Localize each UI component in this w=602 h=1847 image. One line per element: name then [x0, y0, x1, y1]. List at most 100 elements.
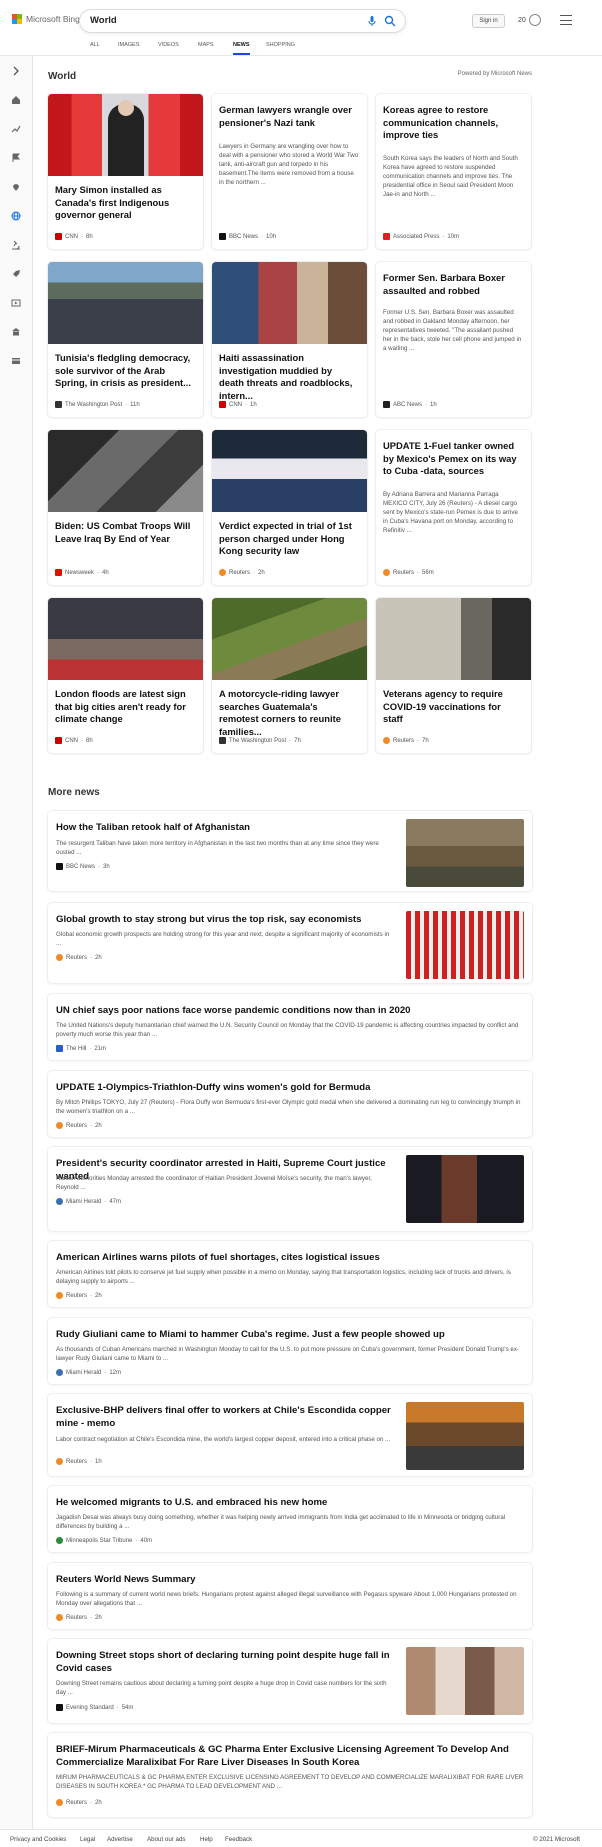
news-list-item[interactable]: Exclusive-BHP delivers final offer to wo…: [48, 1394, 532, 1476]
news-list-item[interactable]: Reuters World News Summary Following is …: [48, 1563, 532, 1629]
copyright: © 2021 Microsoft: [533, 1836, 580, 1843]
footer-link-privacy[interactable]: Privacy and Cookies: [10, 1836, 66, 1843]
globe-icon[interactable]: [11, 211, 21, 221]
item-title[interactable]: UN chief says poor nations face worse pa…: [56, 1004, 524, 1017]
item-title[interactable]: BRIEF-Mirum Pharmaceuticals & GC Pharma …: [56, 1743, 524, 1769]
item-title[interactable]: Exclusive-BHP delivers final offer to wo…: [56, 1404, 401, 1430]
item-snippet: Following is a summary of current world …: [56, 1591, 517, 1608]
item-source: BBC News · 3h: [56, 863, 110, 870]
microsoft-logo-icon: [12, 14, 22, 24]
item-snippet: As thousands of Cuban Americans marched …: [56, 1346, 519, 1363]
item-title[interactable]: Rudy Giuliani came to Miami to hammer Cu…: [56, 1328, 524, 1341]
hamburger-menu-icon[interactable]: [560, 15, 572, 25]
card-title[interactable]: Mary Simon installed as Canada's first I…: [55, 184, 195, 222]
tab-videos[interactable]: VIDEOS: [158, 42, 179, 55]
card-source: BBC News · 10h: [219, 233, 276, 240]
card-title[interactable]: UPDATE 1-Fuel tanker owned by Mexico's P…: [383, 440, 523, 478]
tab-images[interactable]: IMAGES: [118, 42, 139, 55]
news-list-item[interactable]: Rudy Giuliani came to Miami to hammer Cu…: [48, 1318, 532, 1384]
item-title[interactable]: UPDATE 1-Olympics-Triathlon-Duffy wins w…: [56, 1081, 524, 1094]
news-card[interactable]: Biden: US Combat Troops Will Leave Iraq …: [48, 430, 203, 585]
source-logo-icon: [56, 1198, 63, 1205]
card-title[interactable]: Former Sen. Barbara Boxer assaulted and …: [383, 272, 523, 297]
news-list-item[interactable]: American Airlines warns pilots of fuel s…: [48, 1241, 532, 1307]
card-snippet: By Adriana Barrera and Marianna Parraga …: [383, 491, 518, 534]
card-image: [212, 262, 367, 344]
vertical-tabs: ALL IMAGES VIDEOS MAPS NEWS SHOPPING: [0, 40, 602, 56]
footer-link-legal[interactable]: Legal: [80, 1836, 95, 1843]
card-title[interactable]: Tunisia's fledgling democracy, sole surv…: [55, 352, 195, 390]
card-title[interactable]: Biden: US Combat Troops Will Leave Iraq …: [55, 520, 195, 545]
news-card[interactable]: Former Sen. Barbara Boxer assaulted and …: [376, 262, 531, 417]
location-pin-icon[interactable]: [11, 182, 21, 192]
footer-link-feedback[interactable]: Feedback: [225, 1836, 252, 1843]
item-source: Evening Standard · 54m: [56, 1704, 133, 1711]
news-list-item[interactable]: BRIEF-Mirum Pharmaceuticals & GC Pharma …: [48, 1733, 532, 1817]
source-logo-icon: [383, 401, 390, 408]
card-title[interactable]: Koreas agree to restore communication ch…: [383, 104, 523, 142]
card-title[interactable]: London floods are latest sign that big c…: [55, 688, 195, 726]
tab-maps[interactable]: MAPS: [198, 42, 214, 55]
rocket-icon[interactable]: [11, 269, 21, 279]
search-box[interactable]: World: [80, 10, 405, 32]
news-list-item[interactable]: President's security coordinator arreste…: [48, 1147, 532, 1231]
item-snippet: Labor contract negotiation at Chile's Es…: [56, 1436, 391, 1443]
trending-icon[interactable]: [11, 124, 21, 134]
item-title[interactable]: Global growth to stay strong but virus t…: [56, 913, 396, 926]
source-logo-icon: [56, 954, 63, 961]
news-list-item[interactable]: Global growth to stay strong but virus t…: [48, 903, 532, 983]
home-icon[interactable]: [11, 95, 21, 105]
building-icon[interactable]: [11, 327, 21, 337]
source-logo-icon: [55, 401, 62, 408]
item-snippet: American Airlines told pilots to conserv…: [56, 1269, 511, 1286]
flag-icon[interactable]: [11, 153, 21, 163]
item-thumbnail: [406, 911, 524, 979]
footer-link-help[interactable]: Help: [200, 1836, 213, 1843]
card-title[interactable]: Veterans agency to require COVID-19 vacc…: [383, 688, 523, 726]
news-card[interactable]: London floods are latest sign that big c…: [48, 598, 203, 753]
news-list-item[interactable]: How the Taliban retook half of Afghanist…: [48, 811, 532, 891]
expand-chevron-icon[interactable]: [11, 66, 21, 76]
sign-in-button[interactable]: Sign in: [472, 14, 505, 28]
video-icon[interactable]: [11, 298, 21, 308]
news-list-item[interactable]: UN chief says poor nations face worse pa…: [48, 994, 532, 1060]
news-list-item[interactable]: He welcomed migrants to U.S. and embrace…: [48, 1486, 532, 1552]
rewards-badge[interactable]: 20: [518, 14, 541, 26]
item-title[interactable]: He welcomed migrants to U.S. and embrace…: [56, 1496, 524, 1509]
news-card[interactable]: Verdict expected in trial of 1st person …: [212, 430, 367, 585]
card-title[interactable]: A motorcycle-riding lawyer searches Guat…: [219, 688, 359, 738]
card-title[interactable]: German lawyers wrangle over pensioner's …: [219, 104, 359, 129]
news-card[interactable]: Haiti assassination investigation muddie…: [212, 262, 367, 417]
footer-link-about-ads[interactable]: About our ads: [147, 1836, 186, 1843]
item-title[interactable]: American Airlines warns pilots of fuel s…: [56, 1251, 524, 1264]
item-title[interactable]: Reuters World News Summary: [56, 1573, 524, 1586]
news-card[interactable]: German lawyers wrangle over pensioner's …: [212, 94, 367, 249]
item-snippet: The United Nations's deputy humanitarian…: [56, 1022, 519, 1039]
microphone-icon[interactable]: [366, 15, 378, 27]
item-snippet: Jagadish Desai was always busy doing som…: [56, 1514, 506, 1531]
search-input[interactable]: World: [90, 15, 117, 26]
news-card[interactable]: UPDATE 1-Fuel tanker owned by Mexico's P…: [376, 430, 531, 585]
item-title[interactable]: How the Taliban retook half of Afghanist…: [56, 821, 396, 834]
tab-all[interactable]: ALL: [90, 42, 100, 55]
source-logo-icon: [56, 1537, 63, 1544]
news-card[interactable]: Koreas agree to restore communication ch…: [376, 94, 531, 249]
news-card[interactable]: Mary Simon installed as Canada's first I…: [48, 94, 203, 249]
news-card[interactable]: Veterans agency to require COVID-19 vacc…: [376, 598, 531, 753]
tab-news[interactable]: NEWS: [233, 42, 250, 55]
item-title[interactable]: Downing Street stops short of declaring …: [56, 1649, 401, 1675]
item-thumbnail: [406, 819, 524, 887]
microscope-icon[interactable]: [11, 240, 21, 250]
card-source: CNN · 8h: [55, 233, 93, 240]
news-list-item[interactable]: Downing Street stops short of declaring …: [48, 1639, 532, 1723]
card-icon[interactable]: [11, 356, 21, 366]
bing-logo[interactable]: Microsoft Bing: [12, 14, 80, 24]
card-title[interactable]: Haiti assassination investigation muddie…: [219, 352, 359, 402]
news-card[interactable]: Tunisia's fledgling democracy, sole surv…: [48, 262, 203, 417]
search-icon[interactable]: [384, 15, 396, 27]
news-list-item[interactable]: UPDATE 1-Olympics-Triathlon-Duffy wins w…: [48, 1071, 532, 1137]
tab-shopping[interactable]: SHOPPING: [266, 42, 295, 55]
news-card[interactable]: A motorcycle-riding lawyer searches Guat…: [212, 598, 367, 753]
footer-link-advertise[interactable]: Advertise: [107, 1836, 133, 1843]
card-title[interactable]: Verdict expected in trial of 1st person …: [219, 520, 359, 558]
